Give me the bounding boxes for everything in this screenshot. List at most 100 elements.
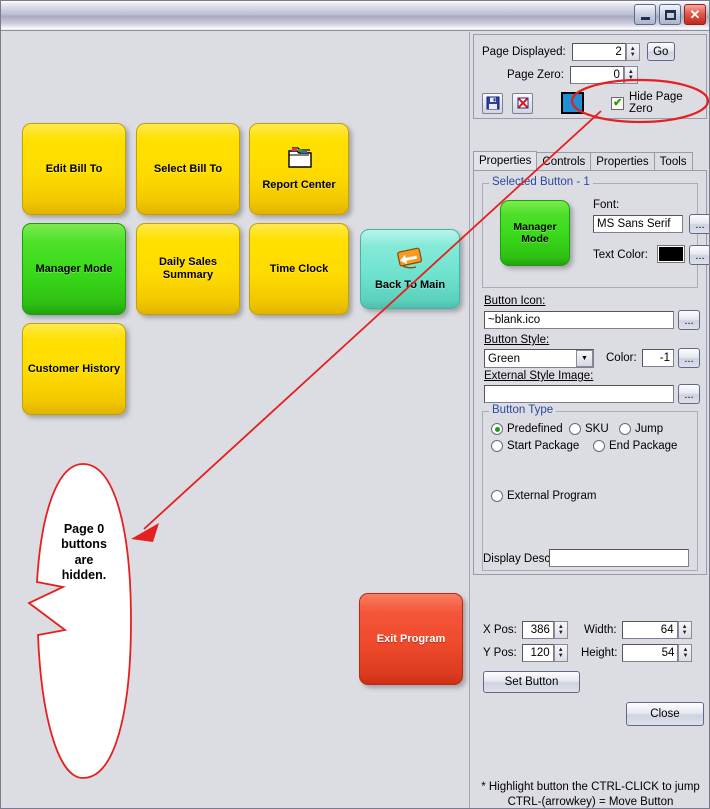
font-browse-button[interactable]: ... bbox=[689, 214, 709, 234]
radio-start-package[interactable]: Start Package bbox=[491, 440, 579, 452]
delete-button[interactable] bbox=[512, 92, 534, 114]
window-controls: ✕ bbox=[634, 4, 706, 25]
spin-down-icon: ▼ bbox=[557, 653, 564, 659]
radio-external-program[interactable]: External Program bbox=[491, 490, 596, 502]
page-displayed-row: Page Displayed: 2 ▲ ▼ Go bbox=[482, 42, 675, 61]
text-color-browse-button[interactable]: ... bbox=[689, 245, 709, 265]
tab-tools[interactable]: Tools bbox=[653, 152, 693, 171]
back-arrow-icon bbox=[393, 246, 427, 276]
radio-end-package[interactable]: End Package bbox=[593, 440, 677, 452]
external-style-label: External Style Image: bbox=[484, 370, 594, 382]
tab-properties-2[interactable]: Properties bbox=[590, 152, 655, 171]
pos-button-time-clock[interactable]: Time Clock bbox=[249, 223, 349, 315]
spin-down-icon: ▼ bbox=[681, 630, 688, 636]
height-input[interactable]: 54 bbox=[622, 644, 679, 662]
width-input[interactable]: 64 bbox=[621, 621, 678, 639]
callout-text: Page 0 buttons are hidden. bbox=[61, 522, 107, 582]
pos-button-select-bill-to[interactable]: Select Bill To bbox=[136, 123, 240, 215]
selected-button-preview[interactable]: Manager Mode bbox=[500, 200, 570, 266]
pos-button-label: Time Clock bbox=[269, 262, 329, 275]
close-button[interactable]: ✕ bbox=[684, 4, 706, 25]
radio-label: Predefined bbox=[507, 423, 563, 435]
page-zero-label: Page Zero: bbox=[507, 69, 564, 81]
minimize-button[interactable] bbox=[634, 4, 656, 25]
properties-panel: Page Displayed: 2 ▲ ▼ Go Page Zero: 0 ▲ ▼ bbox=[471, 32, 709, 808]
button-icon-browse-button[interactable]: ... bbox=[678, 310, 700, 330]
button-icon-label: Button Icon: bbox=[484, 295, 546, 307]
maximize-button[interactable] bbox=[659, 4, 681, 25]
radio-icon bbox=[569, 423, 581, 435]
x-pos-spinner[interactable]: ▲ ▼ bbox=[553, 621, 568, 639]
color-browse-button[interactable]: ... bbox=[678, 348, 700, 368]
button-icon-input[interactable]: ~blank.ico bbox=[484, 311, 674, 329]
spin-down-icon: ▼ bbox=[557, 630, 564, 636]
pos-button-edit-bill-to[interactable]: Edit Bill To bbox=[22, 123, 126, 215]
x-pos-row: X Pos: 386 ▲ ▼ bbox=[483, 621, 568, 639]
pos-button-label: Back To Main bbox=[374, 279, 446, 291]
save-button[interactable] bbox=[482, 92, 504, 114]
selected-button-group: Selected Button - 1 Manager Mode Font: M… bbox=[482, 176, 709, 288]
pos-button-customer-history[interactable]: Customer History bbox=[22, 323, 126, 415]
save-icon bbox=[486, 96, 500, 110]
y-pos-spinner[interactable]: ▲ ▼ bbox=[553, 644, 568, 662]
display-desc-label: Display Desc: bbox=[483, 553, 554, 565]
color-input[interactable]: -1 bbox=[642, 349, 674, 367]
text-color-swatch[interactable] bbox=[657, 245, 685, 263]
tab-controls[interactable]: Controls bbox=[536, 152, 592, 171]
pos-button-daily-sales-summary[interactable]: Daily Sales Summary bbox=[136, 223, 240, 315]
preview-label: Manager Mode bbox=[513, 220, 557, 245]
spin-down-icon: ▼ bbox=[627, 75, 634, 81]
display-desc-input[interactable] bbox=[549, 549, 689, 567]
go-button[interactable]: Go bbox=[646, 42, 675, 61]
hide-page-zero-label: Hide Page Zero bbox=[628, 91, 683, 115]
pos-button-label: Exit Program bbox=[376, 632, 446, 645]
page-zero-input[interactable]: 0 bbox=[569, 66, 624, 84]
y-pos-input[interactable]: 120 bbox=[521, 644, 554, 662]
title-bar: ✕ bbox=[1, 1, 709, 31]
external-style-input[interactable] bbox=[484, 385, 674, 403]
radio-predefined[interactable]: Predefined bbox=[491, 423, 563, 435]
page-toolbar: Page Displayed: 2 ▲ ▼ Go Page Zero: 0 ▲ ▼ bbox=[473, 34, 707, 119]
callout-shape bbox=[27, 463, 132, 779]
chevron-down-icon: ▼ bbox=[576, 350, 593, 367]
tab-content-properties: Selected Button - 1 Manager Mode Font: M… bbox=[473, 170, 709, 575]
x-pos-input[interactable]: 386 bbox=[521, 621, 554, 639]
delete-icon bbox=[517, 97, 529, 109]
height-row: Height: 54 ▲ ▼ bbox=[581, 644, 693, 662]
pos-button-exit-program[interactable]: Exit Program bbox=[359, 593, 463, 685]
page-displayed-spinner[interactable]: ▲ ▼ bbox=[625, 42, 640, 61]
external-style-browse-button[interactable]: ... bbox=[678, 384, 700, 404]
color-swatch[interactable] bbox=[561, 92, 585, 114]
radio-sku[interactable]: SKU bbox=[569, 423, 609, 435]
button-layout-canvas[interactable]: Edit Bill To Select Bill To Report Cente… bbox=[2, 32, 470, 808]
height-spinner[interactable]: ▲ ▼ bbox=[678, 644, 693, 662]
pos-button-label: Customer History bbox=[27, 362, 121, 375]
width-row: Width: 64 ▲ ▼ bbox=[584, 621, 692, 639]
pos-button-manager-mode[interactable]: Manager Mode bbox=[22, 223, 126, 315]
font-label: Font: bbox=[593, 199, 620, 211]
radio-icon bbox=[491, 440, 503, 452]
set-button[interactable]: Set Button bbox=[483, 671, 580, 693]
width-spinner[interactable]: ▲ ▼ bbox=[677, 621, 692, 639]
radio-icon bbox=[491, 423, 503, 435]
pos-button-label: Edit Bill To bbox=[45, 162, 103, 175]
page-displayed-label: Page Displayed: bbox=[482, 45, 566, 58]
pos-button-label: Report Center bbox=[262, 179, 336, 191]
button-style-select[interactable]: Green ▼ bbox=[484, 349, 594, 368]
pos-button-back-to-main[interactable]: Back To Main bbox=[360, 229, 460, 309]
application-window: ✕ Edit Bill To Select Bill To Report Cen… bbox=[0, 0, 710, 809]
page-zero-spinner[interactable]: ▲ ▼ bbox=[623, 66, 638, 84]
font-input[interactable]: MS Sans Serif bbox=[593, 215, 683, 233]
tab-properties-1[interactable]: Properties bbox=[473, 151, 538, 171]
close-dialog-button[interactable]: Close bbox=[626, 702, 704, 726]
page-zero-row: Page Zero: 0 ▲ ▼ bbox=[507, 66, 638, 84]
selected-button-group-label: Selected Button - 1 bbox=[489, 176, 593, 188]
close-icon: ✕ bbox=[689, 7, 701, 22]
minimize-icon bbox=[640, 16, 650, 20]
x-pos-label: X Pos: bbox=[483, 624, 517, 636]
radio-jump[interactable]: Jump bbox=[619, 423, 663, 435]
pos-button-report-center[interactable]: Report Center bbox=[249, 123, 349, 215]
hide-page-zero-checkbox[interactable]: ✔ bbox=[611, 96, 624, 110]
maximize-icon bbox=[664, 9, 676, 20]
page-displayed-input[interactable]: 2 bbox=[571, 42, 626, 61]
